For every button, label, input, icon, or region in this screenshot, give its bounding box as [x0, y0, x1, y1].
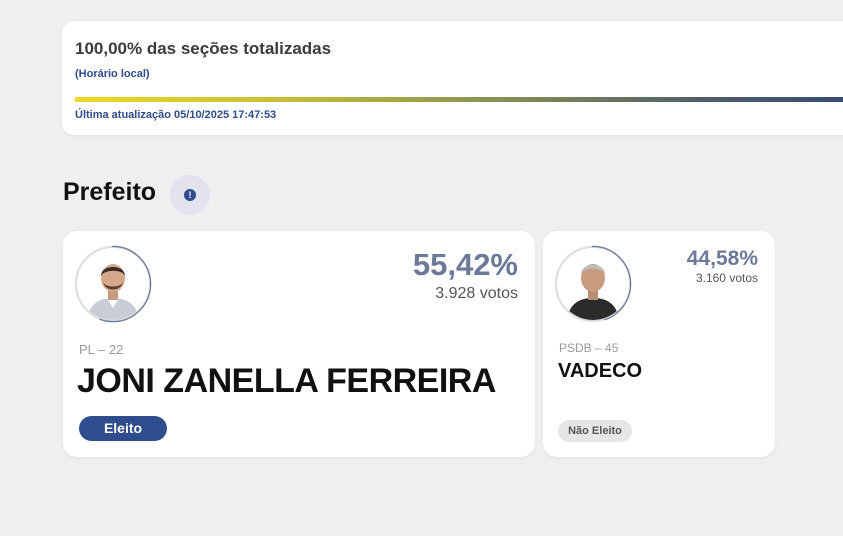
section-title: Prefeito: [63, 178, 157, 206]
candidate-card-elected[interactable]: 55,42% 3.928 votos PL – 22 JONI ZANELLA …: [63, 231, 535, 457]
candidate-photo: [76, 247, 150, 321]
status-badge: Não Eleito: [558, 420, 632, 442]
last-update-text: Última atualização 05/10/2025 17:47:53: [75, 109, 277, 121]
candidate-card-not-elected[interactable]: 44,58% 3.160 votos PSDB – 45 VADECO Não …: [543, 231, 775, 457]
totalization-card: 100,00% das seções totalizadas (Horário …: [62, 21, 843, 135]
candidate-name: VADECO: [558, 360, 643, 382]
vote-percentage: 44,58%: [686, 247, 758, 270]
totalization-progress-fill: [75, 97, 843, 102]
totalization-title: 100,00% das seções totalizadas: [75, 39, 332, 58]
local-time-note: (Horário local): [75, 68, 150, 80]
party-number: PL – 22: [79, 342, 124, 357]
vote-count: 3.928 votos: [435, 285, 518, 302]
candidate-name: JONI ZANELLA FERREIRA: [77, 362, 496, 400]
vote-count: 3.160 votos: [695, 271, 758, 285]
candidate-photo: [556, 247, 630, 321]
vote-percentage: 55,42%: [412, 247, 518, 282]
totalization-progress-bar: [75, 97, 843, 102]
party-number: PSDB – 45: [559, 341, 619, 355]
info-button[interactable]: !: [170, 175, 210, 215]
status-badge: Eleito: [79, 416, 167, 441]
info-icon: !: [184, 189, 196, 201]
